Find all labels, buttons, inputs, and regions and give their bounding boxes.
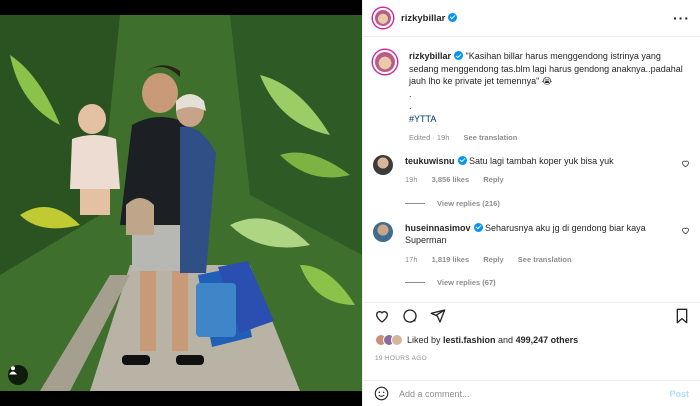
likes-prefix: Liked by (407, 335, 444, 345)
post-photo[interactable] (0, 15, 362, 391)
add-comment-bar: Post (363, 380, 700, 406)
caption-hashtag[interactable]: #YTTA (409, 113, 690, 126)
comment-body: huseinnasimov Seharusnya aku jg di gendo… (405, 222, 675, 267)
comment-heart-icon[interactable] (681, 159, 690, 168)
post-side-panel: rizkybillar ··· rizkybillar "Kasihan bil… (362, 0, 700, 406)
likes-middle: and (495, 335, 516, 345)
author-username-text[interactable]: rizkybillar (401, 13, 445, 24)
user-tag-icon (9, 366, 17, 375)
bookmark-icon (676, 308, 688, 323)
see-translation-link[interactable]: See translation (518, 255, 572, 264)
view-replies-label[interactable]: View replies (216) (437, 199, 500, 208)
add-comment-input[interactable] (399, 388, 670, 399)
user-tag-button[interactable] (8, 365, 28, 385)
caption-meta: Edited · 19h See translation (409, 132, 690, 145)
caption-author-avatar[interactable] (373, 50, 397, 74)
caption-dot: . (409, 101, 412, 111)
comment-meta: 17h 1,819 likes Reply See translation (405, 254, 675, 267)
likes-text: Liked by lesti.fashion and 499,247 other… (407, 335, 578, 345)
comment-likes[interactable]: 1,819 likes (432, 255, 470, 264)
caption-row: rizkybillar "Kasihan billar harus mengge… (373, 50, 690, 145)
post-header: rizkybillar ··· (363, 0, 700, 37)
comment-likes[interactable]: 3,856 likes (432, 175, 470, 184)
comment-time: 19h (405, 175, 418, 184)
view-replies-label[interactable]: View replies (67) (437, 278, 496, 287)
comment-time: 17h (405, 254, 418, 264)
share-icon (430, 308, 446, 323)
post-actions-bar (363, 302, 700, 328)
comment-button[interactable] (402, 308, 418, 324)
comment-username[interactable]: huseinnasimov (405, 223, 471, 233)
comment-heart-icon[interactable] (681, 226, 690, 235)
share-button[interactable] (430, 308, 446, 324)
comment-row: huseinnasimov Seharusnya aku jg di gendo… (373, 221, 690, 267)
author-username[interactable]: rizkybillar (401, 12, 458, 24)
caption-edited: Edited · 19h (409, 133, 450, 142)
post-comment-button[interactable]: Post (669, 389, 689, 399)
heart-icon (375, 310, 389, 323)
verified-badge-icon (457, 155, 467, 165)
liker-avatar[interactable] (391, 334, 403, 346)
more-options-icon[interactable]: ··· (673, 10, 690, 26)
post-timestamp: 19 HOURS AGO (375, 355, 428, 362)
reply-button[interactable]: Reply (483, 255, 503, 264)
comment-text: Satu lagi tambah koper yuk bisa yuk (469, 155, 614, 166)
comment-meta: 19h 3,856 likes Reply (405, 174, 675, 187)
liked-by-user[interactable]: lesti.fashion (443, 335, 496, 345)
likes-summary: Liked by lesti.fashion and 499,247 other… (375, 334, 578, 346)
replies-divider (405, 202, 425, 204)
caption-username[interactable]: rizkybillar (409, 51, 451, 61)
comment-body: teukuwisnu Satu lagi tambah koper yuk bi… (405, 155, 675, 187)
comment-icon (403, 308, 417, 323)
replies-divider (405, 282, 425, 283)
verified-badge-icon (473, 222, 483, 232)
see-translation-link[interactable]: See translation (464, 133, 518, 142)
instagram-post-modal: rizkybillar ··· rizkybillar "Kasihan bil… (0, 0, 700, 406)
view-replies-button[interactable]: View replies (67) (405, 278, 690, 287)
save-button[interactable] (675, 308, 689, 324)
view-replies-button[interactable]: View replies (216) (405, 199, 690, 208)
commenter-avatar[interactable] (373, 221, 393, 242)
caption-dot: . (409, 88, 412, 99)
like-button[interactable] (374, 308, 390, 324)
comment-username[interactable]: teukuwisnu (405, 156, 455, 166)
verified-badge-icon (448, 12, 458, 22)
likes-count[interactable]: 499,247 others (516, 335, 579, 345)
verified-badge-icon (454, 51, 464, 60)
comments-list: rizkybillar "Kasihan billar harus mengge… (363, 38, 700, 296)
emoji-icon[interactable] (374, 386, 389, 401)
caption-body: rizkybillar "Kasihan billar harus mengge… (409, 50, 690, 145)
photo-illustration (0, 15, 362, 391)
comment-row: teukuwisnu Satu lagi tambah koper yuk bi… (373, 154, 690, 187)
post-photo-panel (0, 0, 362, 406)
reply-button[interactable]: Reply (483, 175, 503, 184)
commenter-avatar[interactable] (373, 154, 393, 175)
author-avatar[interactable] (373, 8, 393, 28)
